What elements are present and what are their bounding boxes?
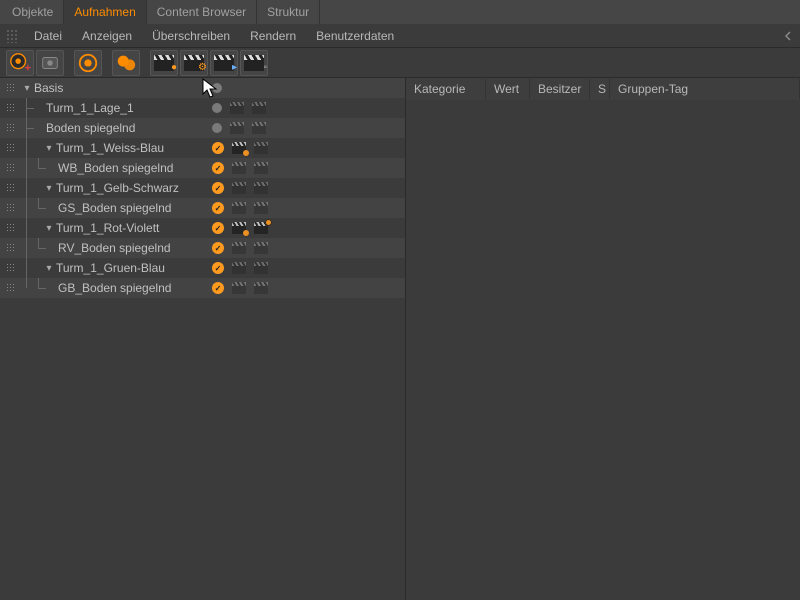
- row-handle-icon[interactable]: [0, 158, 22, 178]
- clapper-icon[interactable]: [232, 202, 246, 214]
- expander-icon[interactable]: ▾: [44, 223, 54, 233]
- tree-row-basis[interactable]: ▾ Basis: [0, 78, 405, 98]
- status-dot-icon: [212, 123, 222, 133]
- tree-row[interactable]: ▾ Turm_1_Gruen-Blau ✓: [0, 258, 405, 278]
- row-handle-icon[interactable]: [0, 178, 22, 198]
- status-check-icon: ✓: [212, 182, 224, 194]
- column-kategorie[interactable]: Kategorie: [406, 79, 486, 99]
- menu-bar: Datei Anzeigen Überschreiben Rendern Ben…: [0, 24, 800, 48]
- tab-bar: Objekte Aufnahmen Content Browser Strukt…: [0, 0, 800, 24]
- clapper-icon[interactable]: [254, 282, 268, 294]
- status-check-icon: ✓: [212, 222, 224, 234]
- status-check-icon: ✓: [212, 242, 224, 254]
- clapper-icon[interactable]: [232, 162, 246, 174]
- clapper-icon[interactable]: [252, 122, 266, 134]
- clapper-icon[interactable]: [232, 262, 246, 274]
- clapper-camera-icon[interactable]: [232, 222, 246, 234]
- status-check-icon: ✓: [212, 162, 224, 174]
- tree-row[interactable]: GS_Boden spiegelnd ✓: [0, 198, 405, 218]
- tree-row[interactable]: Boden spiegelnd: [0, 118, 405, 138]
- clapper-1-button[interactable]: ●: [150, 50, 178, 76]
- menu-rendern[interactable]: Rendern: [240, 25, 306, 47]
- row-handle-icon[interactable]: [0, 218, 22, 238]
- row-handle-icon[interactable]: [0, 138, 22, 158]
- drag-handle-icon[interactable]: [6, 29, 18, 43]
- chevron-left-icon[interactable]: [776, 24, 800, 48]
- take-add-button[interactable]: +: [6, 50, 34, 76]
- expander-icon[interactable]: ▾: [44, 263, 54, 273]
- row-handle-icon[interactable]: [0, 78, 22, 98]
- clapper-camera-icon[interactable]: [232, 142, 246, 154]
- expander-icon[interactable]: ▾: [44, 183, 54, 193]
- tree-row[interactable]: RV_Boden spiegelnd ✓: [0, 238, 405, 258]
- clapper-icon[interactable]: [230, 102, 244, 114]
- clapper-icon[interactable]: [254, 242, 268, 254]
- tree-row[interactable]: GB_Boden spiegelnd ✓: [0, 278, 405, 298]
- column-wert[interactable]: Wert: [486, 79, 530, 99]
- menu-datei[interactable]: Datei: [24, 25, 72, 47]
- status-check-icon: ✓: [212, 282, 224, 294]
- clapper-icon[interactable]: [232, 182, 246, 194]
- menu-ueberschreiben[interactable]: Überschreiben: [142, 25, 240, 47]
- svg-text:+: +: [25, 62, 31, 74]
- tree-row[interactable]: ▾ Turm_1_Gelb-Schwarz ✓: [0, 178, 405, 198]
- clapper-gear-icon[interactable]: [254, 222, 268, 234]
- clapper-icon[interactable]: [252, 102, 266, 114]
- clapper-icon[interactable]: [232, 282, 246, 294]
- row-handle-icon[interactable]: [0, 98, 22, 118]
- row-handle-icon[interactable]: [0, 278, 22, 298]
- expander-icon[interactable]: ▾: [44, 143, 54, 153]
- tab-objekte[interactable]: Objekte: [2, 0, 64, 24]
- column-gruppen-tag[interactable]: Gruppen-Tag: [610, 79, 800, 99]
- menu-benutzerdaten[interactable]: Benutzerdaten: [306, 25, 404, 47]
- take-main-button[interactable]: [74, 50, 102, 76]
- row-handle-icon[interactable]: [0, 198, 22, 218]
- status-dot-icon: [212, 83, 222, 93]
- tree-row[interactable]: ▾ Turm_1_Weiss-Blau ✓: [0, 138, 405, 158]
- clapper-2-button[interactable]: ⚙: [180, 50, 208, 76]
- clapper-icon[interactable]: [232, 242, 246, 254]
- clapper-4-button[interactable]: ◦: [240, 50, 268, 76]
- tab-content-browser[interactable]: Content Browser: [147, 0, 257, 24]
- toolbar: + ● ⚙ ▸ ◦: [0, 48, 800, 78]
- status-check-icon: ✓: [212, 142, 224, 154]
- clapper-icon[interactable]: [230, 122, 244, 134]
- attributes-header: Kategorie Wert Besitzer S Gruppen-Tag: [406, 78, 800, 100]
- attributes-panel: Kategorie Wert Besitzer S Gruppen-Tag: [405, 78, 800, 600]
- tree-row[interactable]: WB_Boden spiegelnd ✓: [0, 158, 405, 178]
- status-check-icon: ✓: [212, 202, 224, 214]
- take-option-button[interactable]: [36, 50, 64, 76]
- clapper-icon[interactable]: [254, 162, 268, 174]
- row-handle-icon[interactable]: [0, 118, 22, 138]
- clapper-icon[interactable]: [254, 142, 268, 154]
- tab-struktur[interactable]: Struktur: [257, 0, 320, 24]
- tab-aufnahmen[interactable]: Aufnahmen: [64, 0, 146, 24]
- column-besitzer[interactable]: Besitzer: [530, 79, 590, 99]
- menu-anzeigen[interactable]: Anzeigen: [72, 25, 142, 47]
- row-handle-icon[interactable]: [0, 238, 22, 258]
- tree-row[interactable]: ▾ Turm_1_Rot-Violett ✓: [0, 218, 405, 238]
- clapper-3-button[interactable]: ▸: [210, 50, 238, 76]
- tree-row[interactable]: Turm_1_Lage_1: [0, 98, 405, 118]
- take-auto-button[interactable]: [112, 50, 140, 76]
- status-dot-icon: [212, 103, 222, 113]
- clapper-icon[interactable]: [254, 182, 268, 194]
- clapper-icon[interactable]: [254, 202, 268, 214]
- row-handle-icon[interactable]: [0, 258, 22, 278]
- content-area: ▾ Basis Turm_1_Lage_1 Boden spiegelnd: [0, 78, 800, 600]
- takes-tree-panel: ▾ Basis Turm_1_Lage_1 Boden spiegelnd: [0, 78, 405, 600]
- status-check-icon: ✓: [212, 262, 224, 274]
- expander-icon[interactable]: ▾: [22, 83, 32, 93]
- clapper-icon[interactable]: [254, 262, 268, 274]
- column-s[interactable]: S: [590, 79, 610, 99]
